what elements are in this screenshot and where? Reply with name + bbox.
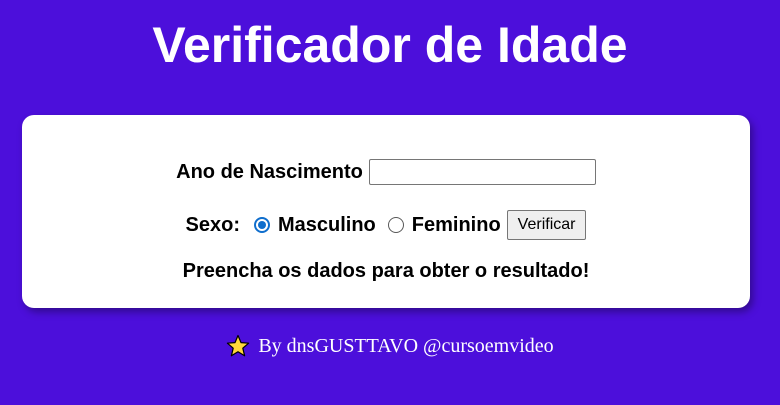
sex-row: Sexo: Masculino Feminino Verificar	[22, 209, 750, 241]
radio-masculino-label[interactable]: Masculino	[278, 214, 376, 237]
result-text: Preencha os dados para obter o resultado…	[182, 260, 590, 282]
footer: By dnsGUSTTAVO @cursoemvideo	[0, 334, 780, 358]
birth-year-input[interactable]	[368, 159, 596, 185]
page-title: Verificador de Idade	[152, 17, 628, 73]
verify-button[interactable]: Verificar	[506, 210, 587, 240]
birth-year-label: Ano de Nascimento	[176, 160, 363, 183]
radio-feminino[interactable]	[387, 217, 404, 233]
radio-feminino-label[interactable]: Feminino	[412, 214, 501, 237]
birth-year-row: Ano de Nascimento	[22, 157, 750, 187]
sex-label: Sexo:	[185, 213, 240, 236]
footer-credit: By dnsGUSTTAVO @cursoemvideo	[258, 334, 554, 357]
radio-masculino[interactable]	[253, 217, 270, 233]
star-icon	[227, 334, 250, 357]
form-card: Ano de Nascimento Sexo: Masculino Femini…	[22, 115, 750, 308]
